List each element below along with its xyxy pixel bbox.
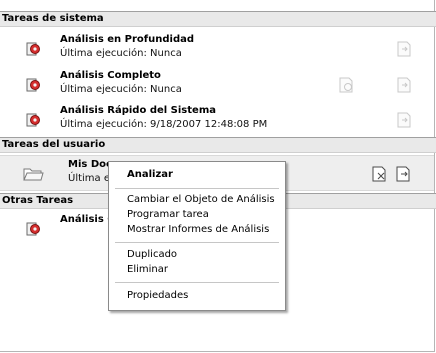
menu-item-change-object[interactable]: Cambiar el Objeto de Análisis <box>127 194 275 205</box>
menu-item-schedule[interactable]: Programar tarea <box>127 209 209 220</box>
task-last-run: Última ejecución: 9/18/2007 12:48:08 PM <box>60 119 268 130</box>
task-last-run: Última ejecución: Nunca <box>60 84 182 95</box>
section-title: Tareas de sistema <box>2 13 104 24</box>
task-name[interactable]: Análisis Rápido del Sistema <box>60 105 216 116</box>
task-row-quick-scan[interactable]: Análisis Rápido del Sistema Última ejecu… <box>0 102 434 136</box>
context-menu: Analizar Cambiar el Objeto de Análisis P… <box>108 161 286 311</box>
menu-item-properties[interactable]: Propiedades <box>127 290 188 301</box>
menu-item-delete[interactable]: Eliminar <box>127 264 168 275</box>
section-header-user: Tareas del usuario <box>0 137 436 153</box>
folder-icon <box>23 168 44 181</box>
task-row-full-scan[interactable]: Análisis Completo Última ejecución: Nunc… <box>0 67 434 101</box>
run-task-icon[interactable] <box>394 165 412 183</box>
task-name[interactable]: Análisis en Profundidad <box>60 34 194 45</box>
schedule-task-icon[interactable] <box>337 76 355 94</box>
task-row-deep-scan[interactable]: Análisis en Profundidad Última ejecución… <box>0 31 434 65</box>
run-task-icon[interactable] <box>395 76 413 94</box>
menu-item-duplicate[interactable]: Duplicado <box>127 249 177 260</box>
menu-item-analyze[interactable]: Analizar <box>127 169 173 180</box>
scan-drive-icon <box>26 42 40 56</box>
menu-item-show-reports[interactable]: Mostrar Informes de Análisis <box>127 224 269 235</box>
task-name[interactable]: Análisis C <box>60 214 115 225</box>
section-header-system: Tareas de sistema <box>0 11 436 27</box>
delete-task-icon[interactable] <box>370 165 388 183</box>
run-task-icon[interactable] <box>395 40 413 58</box>
scan-drive-icon <box>26 113 40 127</box>
menu-separator <box>115 242 279 243</box>
task-name[interactable]: Análisis Completo <box>60 70 161 81</box>
menu-separator <box>115 188 279 189</box>
section-title: Otras Tareas <box>2 195 74 206</box>
scan-drive-icon <box>26 222 40 236</box>
task-name[interactable]: Mis Doc <box>68 159 112 170</box>
section-title: Tareas del usuario <box>2 139 106 150</box>
run-task-icon[interactable] <box>395 111 413 129</box>
scan-drive-icon <box>26 78 40 92</box>
task-last-run: Última ejecución: Nunca <box>60 48 182 59</box>
menu-separator <box>115 282 279 283</box>
